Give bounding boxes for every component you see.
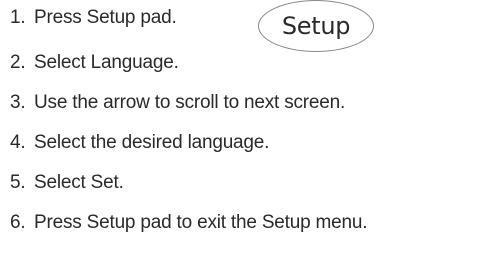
step-text: Press Setup pad to exit the Setup menu.	[34, 212, 368, 233]
step-number: 4.	[10, 132, 26, 153]
step-5: 5. Select Set.	[10, 171, 124, 195]
step-text: Press Setup pad.	[34, 7, 177, 28]
step-3: 3. Use the arrow to scroll to next screen…	[10, 91, 345, 115]
step-text: Select the desired language.	[34, 132, 270, 153]
step-text: Use the arrow to scroll to next screen.	[34, 92, 346, 113]
step-number: 1.	[10, 7, 26, 28]
step-text: Select Language.	[34, 52, 179, 73]
step-4: 4. Select the desired language.	[10, 131, 269, 155]
step-2: 2. Select Language.	[10, 51, 179, 75]
setup-pad-illustration: Setup	[258, 0, 374, 52]
step-6: 6. Press Setup pad to exit the Setup menu…	[10, 211, 368, 235]
setup-pad-label: Setup	[281, 12, 351, 40]
step-number: 2.	[10, 52, 26, 73]
step-number: 3.	[10, 92, 26, 113]
step-1: 1. Press Setup pad.	[10, 6, 177, 30]
step-number: 5.	[10, 172, 26, 193]
step-text: Select Set.	[34, 172, 124, 193]
step-number: 6.	[10, 212, 26, 233]
